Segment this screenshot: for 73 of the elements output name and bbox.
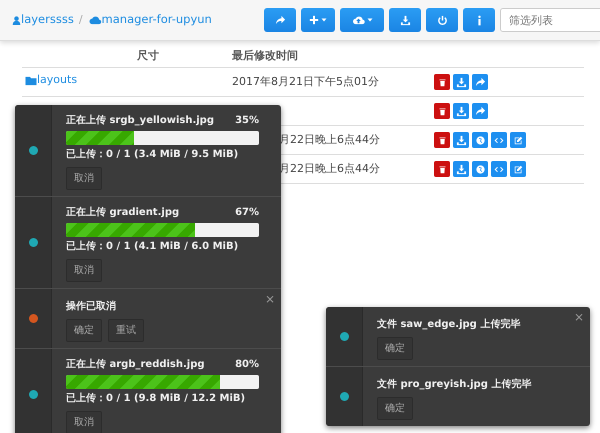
edit-button[interactable] — [510, 161, 526, 177]
info-button[interactable] — [463, 8, 495, 32]
share-icon — [474, 76, 486, 88]
share-button[interactable] — [472, 103, 488, 119]
share-icon — [274, 14, 286, 26]
delete-button[interactable] — [434, 74, 450, 90]
caret-icon — [366, 17, 372, 23]
notification-button[interactable]: 确定 — [377, 337, 413, 360]
share-button[interactable] — [472, 74, 488, 90]
caret-icon — [321, 17, 327, 23]
date-cell-text: 2017年8月21日下午5点01分 — [232, 74, 379, 90]
upload-button[interactable] — [340, 8, 384, 32]
percent-label: 67% — [235, 206, 259, 220]
delete-button[interactable] — [434, 103, 450, 119]
cloud-icon — [88, 14, 102, 26]
edit-icon — [514, 136, 522, 144]
code-icon — [494, 164, 504, 174]
column-header: 最后修改时间 — [232, 48, 299, 64]
trash-icon — [438, 106, 446, 116]
download-button[interactable] — [453, 161, 469, 177]
download-button[interactable] — [453, 132, 469, 148]
delete-button[interactable] — [434, 161, 450, 177]
power-button[interactable] — [426, 8, 458, 32]
trash-icon — [438, 136, 446, 144]
filter-field[interactable]: 筛选列表 — [500, 8, 600, 32]
share-icon — [474, 106, 486, 116]
download-button[interactable] — [453, 74, 469, 90]
notification-button[interactable]: 取消 — [66, 167, 102, 190]
notification-button[interactable]: 取消 — [66, 411, 102, 433]
edit-icon — [514, 164, 522, 174]
download-button[interactable] — [453, 103, 469, 119]
code-button[interactable] — [491, 161, 507, 177]
notification-title: 正在上传 gradient.jpg — [66, 206, 180, 220]
breadcrumb-link[interactable]: manager-for-upyun — [88, 11, 212, 29]
close-button[interactable]: × — [574, 311, 584, 323]
upload-detail: 已上传：0 / 1 (3.4 MiB / 9.5 MiB) — [66, 148, 240, 162]
percent-label: 35% — [235, 114, 259, 128]
breadcrumb-link[interactable]: layerssss — [12, 11, 74, 29]
folder-icon — [25, 75, 37, 86]
notification-title: 文件 saw_edge.jpg 上传完毕 — [377, 317, 520, 332]
notification-title: 文件 pro_greyish.jpg 上传完毕 — [377, 377, 532, 392]
edit-button[interactable] — [510, 132, 526, 148]
notification-title: 正在上传 srgb_yellowish.jpg — [66, 114, 214, 128]
notification-title: 操作已取消 — [66, 300, 116, 314]
breadcrumb-separator: / — [78, 12, 83, 28]
download-button[interactable] — [389, 8, 421, 32]
folder-link[interactable]: layouts — [22, 72, 78, 89]
column-header: 尺寸 — [136, 48, 160, 64]
notification-button[interactable]: 重试 — [108, 319, 144, 342]
close-button[interactable]: × — [264, 293, 275, 305]
download-icon — [456, 164, 466, 174]
download-icon — [456, 134, 466, 146]
download-icon — [456, 106, 466, 116]
power-icon — [436, 14, 448, 26]
notification-button[interactable]: 确定 — [377, 397, 413, 420]
notification-button[interactable]: 确定 — [66, 319, 102, 342]
code-icon — [494, 136, 504, 144]
cloud-upload-icon — [352, 14, 364, 26]
notification-button[interactable]: 取消 — [66, 259, 102, 282]
share-button[interactable] — [264, 8, 296, 32]
upload-detail: 已上传：0 / 1 (4.1 MiB / 6.0 MiB) — [66, 240, 240, 254]
trash-icon — [438, 164, 446, 174]
upload-detail: 已上传：0 / 1 (9.8 MiB / 12.2 MiB) — [66, 392, 246, 406]
download-icon — [400, 14, 410, 26]
delete-button[interactable] — [434, 132, 450, 148]
add-button[interactable] — [301, 8, 335, 32]
code-button[interactable] — [491, 132, 507, 148]
plus-icon — [309, 15, 319, 25]
notification-title: 正在上传 argb_reddish.jpg — [66, 358, 205, 372]
percent-label: 80% — [235, 358, 259, 372]
download-icon — [456, 76, 466, 88]
trash-icon — [438, 78, 446, 86]
user-icon — [12, 14, 21, 26]
